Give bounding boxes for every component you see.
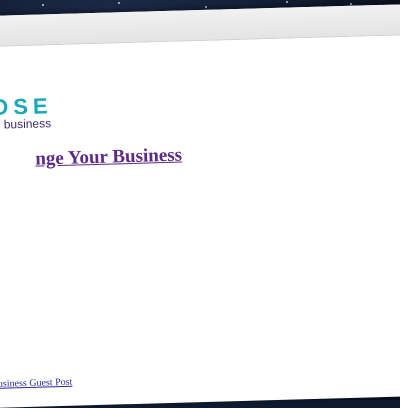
headline-container: nge Your Business (0, 145, 182, 177)
web-page: OSE business nge Your Business usiness G… (0, 34, 400, 407)
footer-link-container: usiness Guest Post (0, 377, 73, 395)
star (205, 6, 207, 8)
star (286, 1, 288, 3)
site-logo[interactable]: OSE business (0, 93, 53, 131)
browser-window: OSE business nge Your Business usiness G… (0, 3, 400, 408)
star (350, 3, 352, 5)
star (42, 4, 44, 6)
star (118, 2, 120, 4)
guest-post-link[interactable]: usiness Guest Post (0, 377, 72, 390)
headline-link[interactable]: nge Your Business (35, 145, 182, 171)
logo-tagline: business (3, 116, 52, 132)
